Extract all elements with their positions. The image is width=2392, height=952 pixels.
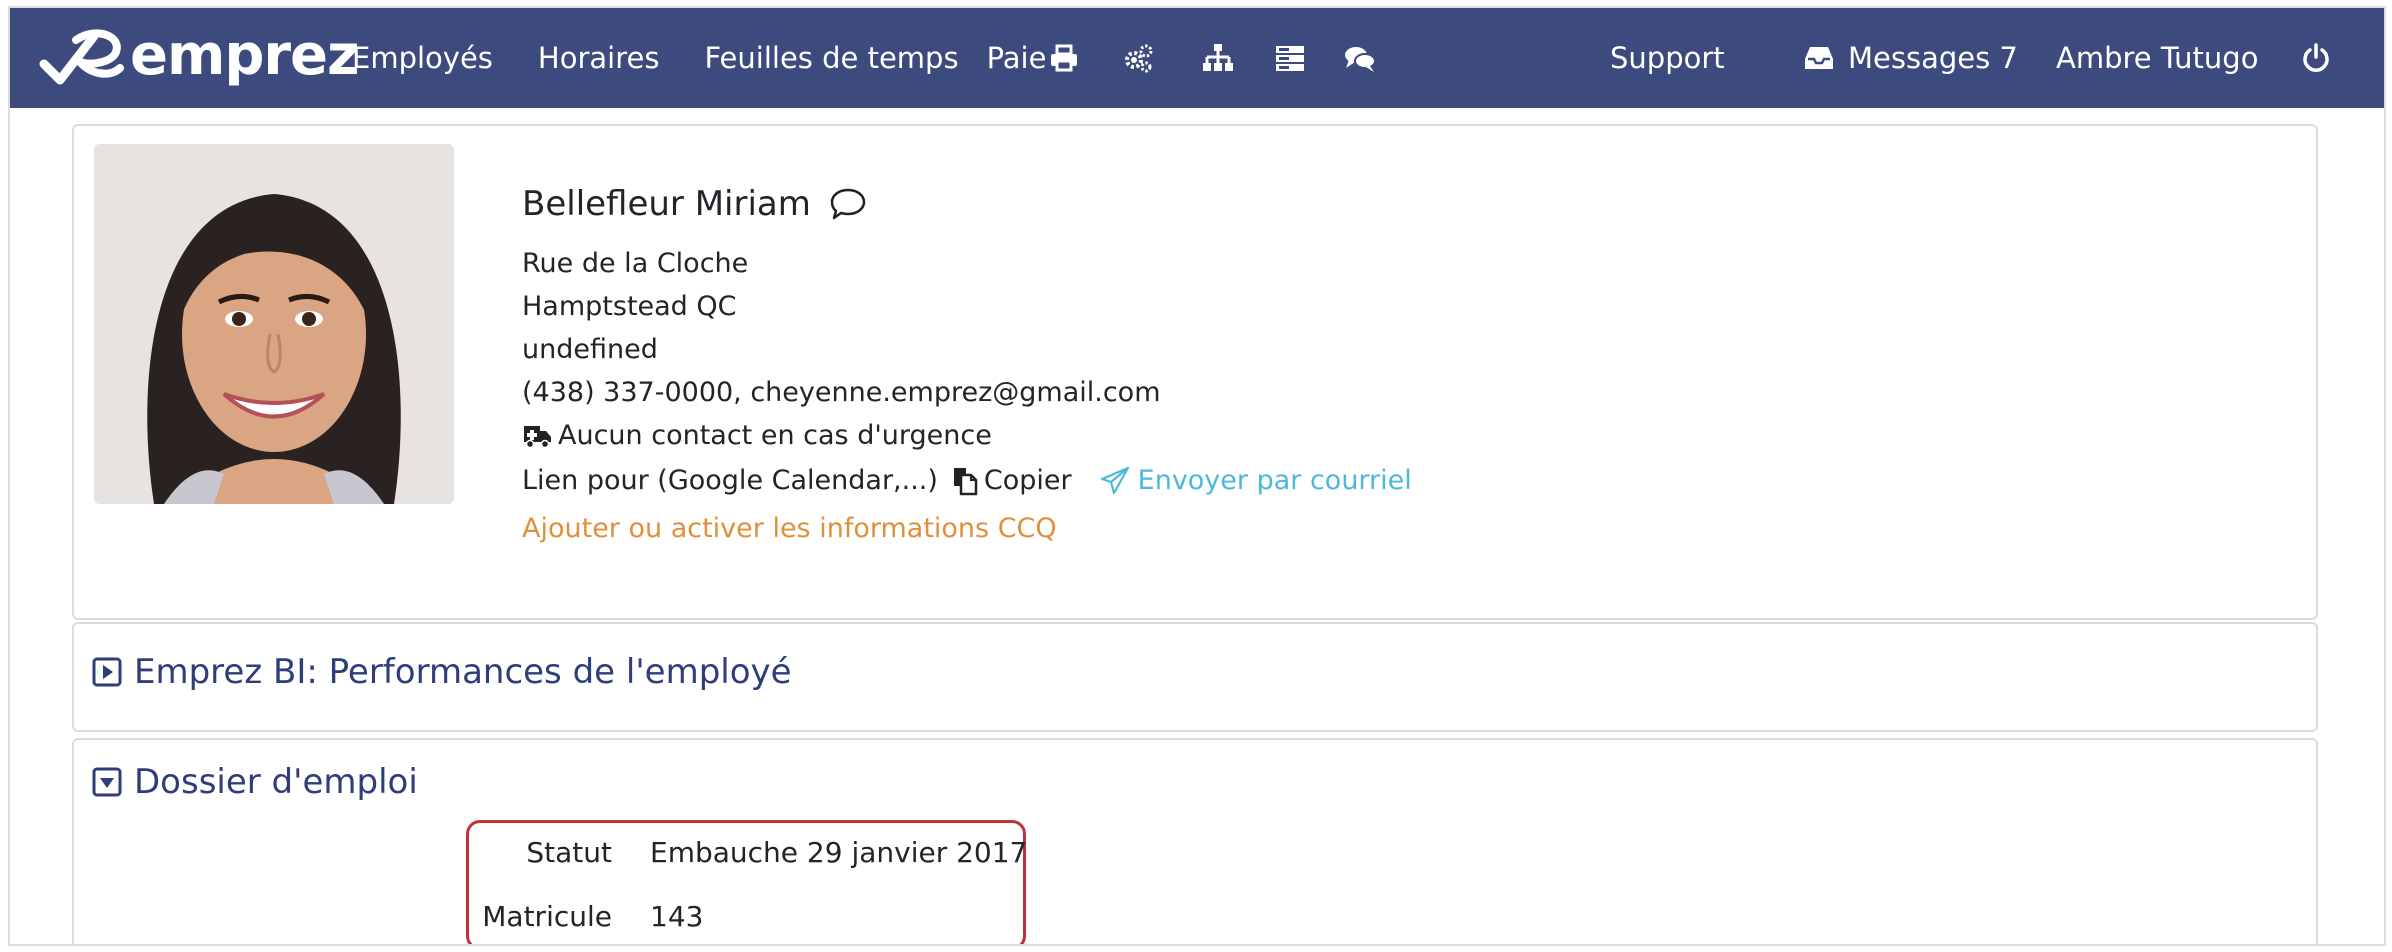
employee-photo: [94, 144, 454, 504]
send-by-email-label: Envoyer par courriel: [1137, 465, 1412, 496]
brand[interactable]: emprez: [36, 22, 360, 94]
emergency-contact-row: Aucun contact en cas d'urgence: [522, 414, 1412, 457]
bi-section-toggle[interactable]: Emprez BI: Performances de l'employé: [92, 652, 792, 692]
nav-link-feuilles-de-temps[interactable]: Feuilles de temps: [704, 41, 958, 75]
top-navbar: emprez Employés Horaires Feuilles de tem…: [10, 8, 2384, 108]
nav-link-paie[interactable]: Paie: [987, 41, 1047, 75]
print-icon[interactable]: [1048, 42, 1080, 74]
emprez-logo-icon: [39, 29, 124, 85]
comments-icon[interactable]: [1344, 42, 1376, 74]
server-icon[interactable]: [1274, 42, 1306, 74]
ccq-info-link[interactable]: Ajouter ou activer les informations CCQ: [522, 505, 1412, 553]
bi-performance-card: Emprez BI: Performances de l'employé: [72, 622, 2318, 732]
caret-square-down-icon: [92, 767, 122, 797]
address-street: Rue de la Cloche: [522, 248, 749, 279]
send-by-email-link[interactable]: Envoyer par courriel: [1100, 457, 1412, 505]
employment-file-card: Dossier d'emploi Statut Embauche 29 janv…: [72, 738, 2318, 944]
employee-name: Bellefleur Miriam: [522, 184, 811, 224]
calendar-link-row: Lien pour (Google Calendar,...) Copier E…: [522, 457, 1412, 505]
nav-right: Support Messages 7 Ambre Tutugo: [1610, 8, 2329, 108]
copy-button[interactable]: Copier: [938, 457, 1072, 505]
comment-icon[interactable]: [829, 187, 867, 221]
employee-number-label: Matricule: [482, 900, 612, 933]
main-nav: Employés Horaires Feuilles de temps Paie: [352, 8, 1091, 108]
cogs-icon[interactable]: [1122, 42, 1154, 74]
copy-icon: [953, 468, 978, 496]
address-city: Hamptstead QC: [522, 291, 737, 322]
power-icon[interactable]: [2300, 42, 2332, 74]
emergency-contact-text: Aucun contact en cas d'urgence: [558, 420, 992, 451]
profile-card: Bellefleur Miriam Rue de la Cloche Hampt…: [72, 124, 2318, 620]
inbox-icon: [1805, 47, 1833, 69]
employee-name-row: Bellefleur Miriam: [522, 180, 1412, 228]
nav-link-employes[interactable]: Employés: [352, 41, 493, 75]
dossier-section-toggle[interactable]: Dossier d'emploi: [92, 762, 418, 802]
contact-info: (438) 337-0000, cheyenne.emprez@gmail.co…: [522, 377, 1161, 408]
status-value: Embauche 29 janvier 2017: [650, 836, 1028, 869]
messages-link[interactable]: Messages 7: [1804, 41, 2018, 75]
profile-info: Bellefleur Miriam Rue de la Cloche Hampt…: [522, 180, 1412, 553]
messages-label: Messages 7: [1848, 41, 2018, 75]
address-extra: undefined: [522, 334, 658, 365]
paper-plane-icon: [1100, 466, 1129, 495]
nav-icon-group: [1048, 8, 1418, 108]
employee-number-value: 143: [650, 900, 704, 933]
brand-name: emprez: [130, 22, 360, 88]
sitemap-icon[interactable]: [1202, 42, 1234, 74]
ambulance-icon: [524, 426, 551, 448]
bi-section-title: Emprez BI: Performances de l'employé: [134, 652, 792, 692]
calendar-link-label: Lien pour (Google Calendar,...): [522, 465, 938, 496]
status-label: Statut: [526, 836, 612, 869]
app-window: emprez Employés Horaires Feuilles de tem…: [8, 6, 2386, 946]
copy-label: Copier: [983, 465, 1072, 496]
dossier-section-title: Dossier d'emploi: [134, 762, 418, 802]
nav-link-support[interactable]: Support: [1610, 41, 1725, 75]
caret-square-right-icon: [92, 657, 122, 687]
nav-link-horaires[interactable]: Horaires: [538, 41, 660, 75]
user-menu[interactable]: Ambre Tutugo: [2056, 41, 2258, 75]
